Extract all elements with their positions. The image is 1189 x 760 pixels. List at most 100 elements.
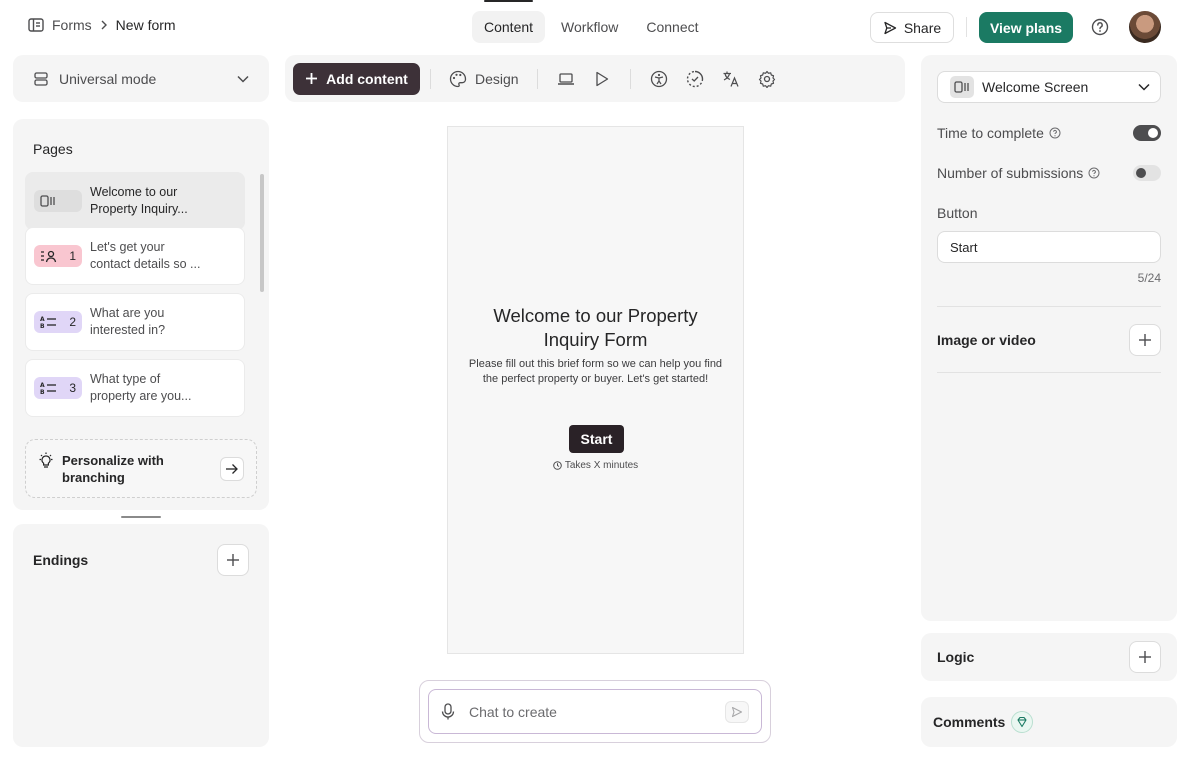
add-logic-button[interactable]	[1129, 641, 1161, 673]
time-estimate: Takes X minutes	[448, 460, 743, 471]
chat-input-box[interactable]: Chat to create	[428, 689, 762, 734]
endings-title: Endings	[33, 552, 89, 568]
logic-panel: Logic	[921, 633, 1177, 681]
svg-text:B: B	[40, 323, 45, 329]
submissions-label: Number of submissions	[937, 165, 1084, 181]
breadcrumb-current[interactable]: New form	[116, 17, 176, 33]
progress-icon[interactable]	[677, 63, 713, 95]
screen-type-select[interactable]: Welcome Screen	[937, 71, 1161, 103]
svg-text:A: A	[40, 382, 45, 389]
design-label: Design	[475, 70, 519, 87]
svg-text:B: B	[40, 389, 45, 395]
submissions-setting: Number of submissions	[937, 165, 1161, 181]
toolbar-divider	[430, 68, 431, 89]
mode-icon	[33, 71, 49, 87]
time-to-complete-label: Time to complete	[937, 125, 1044, 141]
personalize-line2: branching	[62, 469, 125, 485]
plus-icon	[1138, 333, 1152, 347]
panel-resize-handle[interactable]	[121, 516, 161, 518]
design-button[interactable]: Design	[441, 70, 527, 88]
desktop-preview-icon[interactable]	[548, 63, 584, 95]
start-button[interactable]: Start	[569, 425, 624, 453]
image-video-title: Image or video	[937, 332, 1036, 348]
personalize-text: Personalize with branching	[62, 452, 212, 486]
form-preview-canvas[interactable]: Welcome to our Property Inquiry Form Ple…	[447, 126, 744, 654]
pages-title: Pages	[33, 141, 73, 157]
welcome-description[interactable]: Please fill out this brief form so we ca…	[448, 357, 743, 387]
send-button[interactable]	[725, 700, 749, 723]
accessibility-icon[interactable]	[641, 63, 677, 95]
breadcrumb-forms-link[interactable]: Forms	[52, 17, 92, 33]
top-bar: Forms New form Content Workflow Connect …	[0, 0, 1189, 54]
page-item-line1: Welcome to our	[90, 185, 178, 199]
button-text-input[interactable]: Start	[937, 231, 1161, 263]
clock-icon	[553, 461, 562, 470]
chevron-down-icon	[1138, 83, 1150, 91]
page-item-line2: property are you...	[90, 389, 192, 403]
welcome-screen-badge	[34, 190, 82, 212]
page-number: 3	[69, 381, 76, 395]
avatar[interactable]	[1129, 11, 1161, 43]
mode-selector[interactable]: Universal mode	[13, 55, 269, 102]
info-icon[interactable]	[1049, 127, 1061, 139]
share-label: Share	[903, 19, 942, 36]
help-icon[interactable]	[1091, 18, 1109, 36]
pages-scrollbar[interactable]	[260, 174, 264, 292]
share-button[interactable]: Share	[870, 12, 954, 43]
page-item-text: What are you interested in?	[90, 305, 165, 339]
personalize-line1: Personalize with	[62, 452, 164, 468]
settings-icon[interactable]	[749, 63, 785, 95]
welcome-screen-icon	[40, 194, 56, 208]
view-plans-button[interactable]: View plans	[979, 12, 1073, 43]
welcome-screen-icon	[950, 76, 974, 98]
plus-icon	[305, 72, 318, 85]
button-field-label: Button	[937, 205, 978, 221]
page-item-interest[interactable]: AB 2 What are you interested in?	[25, 293, 245, 351]
time-estimate-text: Takes X minutes	[564, 460, 639, 471]
time-to-complete-setting: Time to complete	[937, 125, 1161, 141]
plus-icon	[1138, 650, 1152, 664]
logic-title: Logic	[937, 649, 975, 665]
multiple-choice-badge: AB 2	[34, 311, 82, 333]
comments-panel[interactable]: Comments	[921, 697, 1177, 747]
section-divider	[937, 306, 1161, 307]
welcome-title[interactable]: Welcome to our Property Inquiry Form	[448, 304, 743, 352]
send-icon	[731, 706, 743, 718]
personalize-branching[interactable]: Personalize with branching	[25, 439, 257, 498]
palette-icon	[449, 70, 467, 88]
personalize-arrow-button[interactable]	[220, 456, 244, 481]
time-to-complete-toggle[interactable]	[1133, 125, 1161, 141]
info-icon[interactable]	[1088, 167, 1100, 179]
translate-icon[interactable]	[713, 63, 749, 95]
arrow-right-icon	[225, 463, 239, 475]
add-ending-button[interactable]	[217, 544, 249, 576]
multiple-choice-icon: AB	[40, 381, 58, 395]
page-item-welcome[interactable]: Welcome to our Property Inquiry...	[25, 172, 245, 230]
chat-input[interactable]: Chat to create	[469, 704, 711, 720]
add-content-button[interactable]: Add content	[293, 62, 420, 95]
char-counter: 5/24	[1137, 271, 1161, 285]
chevron-right-icon	[100, 20, 108, 30]
tab-workflow[interactable]: Workflow	[549, 11, 630, 43]
page-item-line2: contact details so ...	[90, 257, 201, 271]
submissions-toggle[interactable]	[1133, 165, 1161, 181]
mode-label: Universal mode	[59, 70, 157, 87]
play-icon[interactable]	[584, 63, 620, 95]
page-item-contact[interactable]: 1 Let's get your contact details so ...	[25, 227, 245, 285]
microphone-icon[interactable]	[441, 702, 455, 721]
header-divider	[966, 17, 967, 37]
tab-content[interactable]: Content	[472, 0, 546, 43]
multiple-choice-icon: AB	[40, 315, 58, 329]
send-icon	[883, 21, 897, 35]
contact-icon	[40, 249, 58, 263]
page-item-property-type[interactable]: AB 3 What type of property are you...	[25, 359, 245, 417]
page-item-text: What type of property are you...	[90, 371, 191, 405]
forms-icon[interactable]	[28, 18, 44, 32]
main-tabs: Content Workflow Connect	[472, 0, 711, 43]
page-item-line2: interested in?	[90, 323, 166, 337]
tab-connect[interactable]: Connect	[634, 11, 710, 43]
section-divider	[937, 372, 1161, 373]
page-item-line1: Let's get your	[90, 240, 165, 254]
page-number: 1	[69, 249, 76, 263]
add-image-button[interactable]	[1129, 324, 1161, 356]
